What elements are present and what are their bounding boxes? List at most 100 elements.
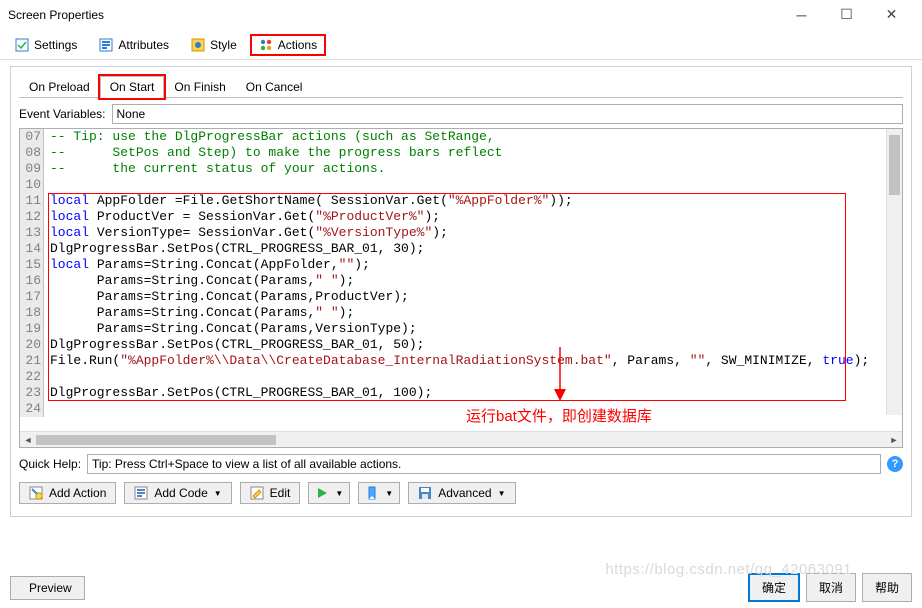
- editor-button-row: Add Action Add Code ▼ Edit ▼ ▼ Advanced …: [19, 482, 903, 504]
- code-source[interactable]: Params=String.Concat(Params,VersionType)…: [44, 321, 417, 337]
- code-source[interactable]: local VersionType= SessionVar.Get("%Vers…: [44, 225, 448, 241]
- code-line[interactable]: 22: [20, 369, 902, 385]
- close-button[interactable]: ✕: [869, 1, 914, 29]
- scroll-right-button[interactable]: ►: [886, 432, 902, 448]
- code-line[interactable]: 09-- the current status of your actions.: [20, 161, 902, 177]
- preview-button[interactable]: Preview: [10, 576, 85, 600]
- line-number: 24: [20, 401, 44, 417]
- line-number: 18: [20, 305, 44, 321]
- code-source[interactable]: Params=String.Concat(Params," ");: [44, 273, 354, 289]
- subtab-on-start[interactable]: On Start: [100, 76, 165, 98]
- line-number: 10: [20, 177, 44, 193]
- actions-icon: [259, 38, 273, 52]
- code-line[interactable]: 12local ProductVer = SessionVar.Get("%Pr…: [20, 209, 902, 225]
- code-line[interactable]: 11local AppFolder =File.GetShortName( Se…: [20, 193, 902, 209]
- maximize-button[interactable]: ☐: [824, 1, 869, 29]
- event-variables-field[interactable]: [112, 104, 904, 124]
- cancel-button[interactable]: 取消: [806, 573, 856, 602]
- add-action-label: Add Action: [49, 486, 106, 500]
- line-number: 21: [20, 353, 44, 369]
- line-number: 19: [20, 321, 44, 337]
- dropdown-icon: ▼: [214, 489, 222, 498]
- code-source[interactable]: DlgProgressBar.SetPos(CTRL_PROGRESS_BAR_…: [44, 241, 424, 257]
- code-line[interactable]: 24: [20, 401, 902, 417]
- code-source[interactable]: Params=String.Concat(Params,ProductVer);: [44, 289, 409, 305]
- dropdown-icon: ▼: [498, 489, 506, 498]
- code-source[interactable]: -- SetPos and Step) to make the progress…: [44, 145, 502, 161]
- line-number: 14: [20, 241, 44, 257]
- scroll-left-button[interactable]: ◄: [20, 432, 36, 448]
- code-line[interactable]: 18 Params=String.Concat(Params," ");: [20, 305, 902, 321]
- footer: Preview 确定 取消 帮助: [10, 573, 912, 602]
- line-number: 07: [20, 129, 44, 145]
- tab-settings[interactable]: Settings: [6, 34, 86, 56]
- code-source[interactable]: DlgProgressBar.SetPos(CTRL_PROGRESS_BAR_…: [44, 337, 424, 353]
- code-source[interactable]: File.Run("%AppFolder%\\Data\\CreateDatab…: [44, 353, 869, 369]
- tab-settings-label: Settings: [34, 38, 77, 52]
- help-icon[interactable]: ?: [887, 456, 903, 472]
- minimize-button[interactable]: ─: [779, 1, 824, 29]
- ok-button[interactable]: 确定: [748, 573, 800, 602]
- code-line[interactable]: 13local VersionType= SessionVar.Get("%Ve…: [20, 225, 902, 241]
- advanced-button[interactable]: Advanced ▼: [408, 482, 515, 504]
- tab-style-label: Style: [210, 38, 237, 52]
- tab-actions[interactable]: Actions: [250, 34, 326, 56]
- run-button[interactable]: ▼: [308, 482, 350, 504]
- subtab-on-cancel[interactable]: On Cancel: [236, 76, 313, 98]
- add-action-button[interactable]: Add Action: [19, 482, 116, 504]
- tab-attributes[interactable]: Attributes: [90, 34, 178, 56]
- code-source[interactable]: local AppFolder =File.GetShortName( Sess…: [44, 193, 573, 209]
- quickhelp-field: [87, 454, 881, 474]
- code-source[interactable]: [44, 369, 50, 385]
- code-line[interactable]: 20DlgProgressBar.SetPos(CTRL_PROGRESS_BA…: [20, 337, 902, 353]
- code-line[interactable]: 14DlgProgressBar.SetPos(CTRL_PROGRESS_BA…: [20, 241, 902, 257]
- code-editor[interactable]: 07-- Tip: use the DlgProgressBar actions…: [19, 128, 903, 448]
- subtabs: On Preload On Start On Finish On Cancel: [19, 75, 903, 98]
- code-line[interactable]: 10: [20, 177, 902, 193]
- actions-panel: On Preload On Start On Finish On Cancel …: [10, 66, 912, 517]
- horizontal-scrollbar[interactable]: ◄ ►: [20, 431, 902, 447]
- edit-icon: [250, 486, 264, 500]
- annotation-text: 运行bat文件，即创建数据库: [466, 405, 652, 426]
- code-source[interactable]: -- Tip: use the DlgProgressBar actions (…: [44, 129, 495, 145]
- add-code-icon: [134, 486, 148, 500]
- subtab-on-preload[interactable]: On Preload: [19, 76, 100, 98]
- subtab-on-finish[interactable]: On Finish: [164, 76, 235, 98]
- style-icon: [191, 38, 205, 52]
- line-number: 16: [20, 273, 44, 289]
- add-code-button[interactable]: Add Code ▼: [124, 482, 231, 504]
- add-code-label: Add Code: [154, 486, 207, 500]
- cancel-label: 取消: [819, 579, 843, 596]
- line-number: 15: [20, 257, 44, 273]
- code-source[interactable]: DlgProgressBar.SetPos(CTRL_PROGRESS_BAR_…: [44, 385, 432, 401]
- code-source[interactable]: local ProductVer = SessionVar.Get("%Prod…: [44, 209, 440, 225]
- code-line[interactable]: 19 Params=String.Concat(Params,VersionTy…: [20, 321, 902, 337]
- tab-style[interactable]: Style: [182, 34, 246, 56]
- code-line[interactable]: 17 Params=String.Concat(Params,ProductVe…: [20, 289, 902, 305]
- settings-icon: [15, 38, 29, 52]
- line-number: 22: [20, 369, 44, 385]
- ok-label: 确定: [762, 579, 786, 596]
- code-line[interactable]: 21File.Run("%AppFolder%\\Data\\CreateDat…: [20, 353, 902, 369]
- code-line[interactable]: 23DlgProgressBar.SetPos(CTRL_PROGRESS_BA…: [20, 385, 902, 401]
- code-line[interactable]: 15local Params=String.Concat(AppFolder,"…: [20, 257, 902, 273]
- help-button[interactable]: 帮助: [862, 573, 912, 602]
- code-line[interactable]: 07-- Tip: use the DlgProgressBar actions…: [20, 129, 902, 145]
- tab-attributes-label: Attributes: [118, 38, 169, 52]
- dropdown-icon: ▼: [385, 489, 393, 498]
- help-label: 帮助: [875, 579, 899, 596]
- bookmark-button[interactable]: ▼: [358, 482, 400, 504]
- edit-button[interactable]: Edit: [240, 482, 301, 504]
- line-number: 12: [20, 209, 44, 225]
- code-source[interactable]: [44, 177, 50, 193]
- code-line[interactable]: 16 Params=String.Concat(Params," ");: [20, 273, 902, 289]
- tab-actions-label: Actions: [278, 38, 317, 52]
- dropdown-icon: ▼: [335, 489, 343, 498]
- vertical-scrollbar[interactable]: [886, 129, 902, 415]
- code-source[interactable]: -- the current status of your actions.: [44, 161, 385, 177]
- code-source[interactable]: [44, 401, 50, 417]
- code-source[interactable]: local Params=String.Concat(AppFolder,"")…: [44, 257, 370, 273]
- code-line[interactable]: 08-- SetPos and Step) to make the progre…: [20, 145, 902, 161]
- code-source[interactable]: Params=String.Concat(Params," ");: [44, 305, 354, 321]
- line-number: 23: [20, 385, 44, 401]
